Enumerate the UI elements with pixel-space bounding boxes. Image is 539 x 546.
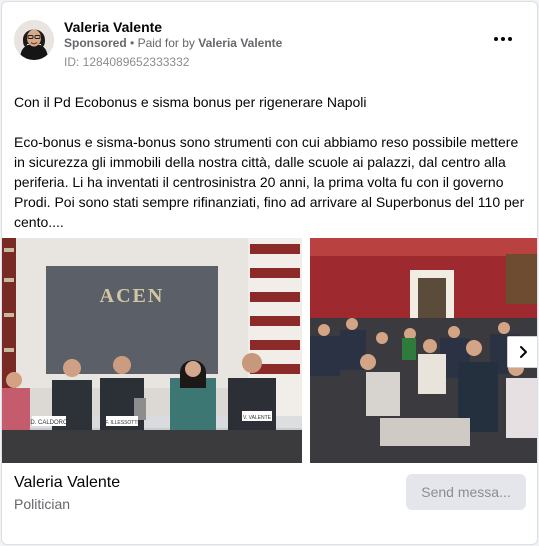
ad-id: ID: 1284089652333332	[64, 55, 190, 69]
name-card-3: V. VALENTE	[243, 415, 272, 421]
more-options-icon[interactable]	[491, 30, 515, 48]
chevron-right-icon	[520, 346, 527, 358]
sponsored-post-card: Valeria Valente Sponsored • Paid for by …	[1, 1, 538, 545]
name-card-2: F. ILLESSOTTI	[105, 420, 139, 426]
post-headline: Con il Pd Ecobonus e sisma bonus per rig…	[14, 94, 367, 110]
carousel-photo-panel[interactable]: ACEN D. CALDORO F. ILLESSOTTI V. VALENTE	[2, 238, 302, 463]
image-carousel: ACEN D. CALDORO F. ILLESSOTTI V. VALENTE	[2, 238, 537, 463]
post-header: Valeria Valente Sponsored • Paid for by …	[14, 19, 525, 76]
wall-sign-text: ACEN	[100, 285, 165, 307]
separator-dot: •	[130, 36, 135, 50]
paid-for-prefix: Paid for by	[137, 36, 195, 50]
author-name[interactable]: Valeria Valente	[64, 19, 162, 35]
post-paragraph: Eco-bonus e sisma-bonus sono strumenti c…	[14, 134, 525, 230]
send-message-button[interactable]: Send messa...	[406, 474, 526, 510]
author-avatar[interactable]	[14, 20, 54, 60]
sponsored-label: Sponsored	[64, 36, 127, 50]
carousel-photo-audience[interactable]	[310, 238, 537, 463]
paid-for-name: Valeria Valente	[198, 36, 283, 50]
footer-page-name[interactable]: Valeria Valente	[14, 474, 120, 492]
sponsored-line: Sponsored • Paid for by Valeria Valente	[64, 36, 282, 50]
footer-page-category: Politician	[14, 496, 71, 512]
carousel-next-button[interactable]	[507, 336, 537, 368]
post-body: Con il Pd Ecobonus e sisma bonus per rig…	[14, 92, 529, 232]
name-card-1: D. CALDORO	[30, 420, 68, 426]
